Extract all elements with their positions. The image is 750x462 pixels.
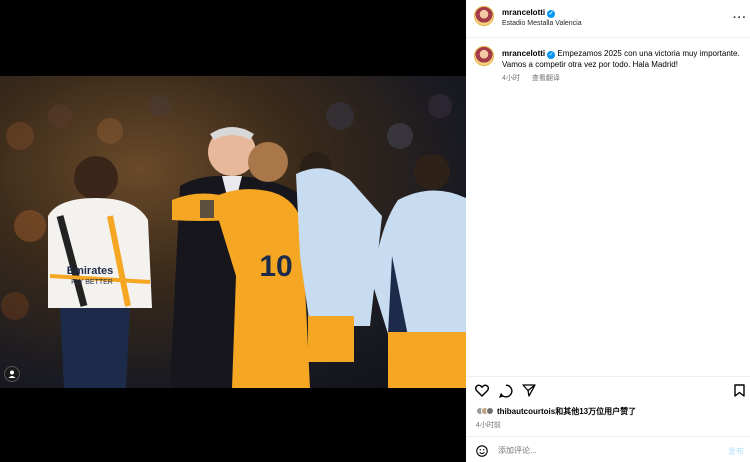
jersey-number: 10 xyxy=(259,250,292,283)
caption-meta: 4小时 查看翻译 xyxy=(502,73,570,83)
player-jacket-1 xyxy=(296,152,382,362)
translate-link[interactable]: 查看翻译 xyxy=(532,75,560,82)
likes-rest: 和其他13万位用户赞了 xyxy=(555,407,637,416)
post-photo[interactable]: Emirates FLY BETTER 10 xyxy=(0,76,466,388)
verified-icon: ✓ xyxy=(547,51,556,59)
action-bar xyxy=(466,376,750,402)
header-username[interactable]: mrancelotti ✓ xyxy=(502,8,556,18)
caption-avatar[interactable] xyxy=(474,46,494,66)
comment-bar: 发布 xyxy=(466,436,750,462)
post-comment-button[interactable]: 发布 xyxy=(728,446,744,457)
photo-illustration: Emirates FLY BETTER 10 xyxy=(1,94,466,388)
more-options-icon[interactable]: ··· xyxy=(733,12,747,24)
caption-username[interactable]: mrancelotti xyxy=(502,49,545,58)
post-media: Emirates FLY BETTER 10 xyxy=(0,0,466,462)
bookmark-icon[interactable] xyxy=(734,384,745,399)
liker-avatar xyxy=(486,407,494,415)
verified-icon: ✓ xyxy=(547,10,556,18)
tagged-users-icon[interactable] xyxy=(4,366,20,382)
likes-summary[interactable]: thibautcourtois和其他13万位用户赞了 xyxy=(476,406,636,417)
post-timestamp: 4小时前 xyxy=(476,422,501,429)
post-side-panel: mrancelotti ✓ Estadio Mestalla Valencia ·… xyxy=(466,0,750,462)
liker-username[interactable]: thibautcourtois xyxy=(497,407,555,416)
emoji-icon[interactable] xyxy=(476,445,488,459)
comment-icon[interactable] xyxy=(498,384,513,400)
caption: mrancelotti ✓ Empezamos 2025 con una vict… xyxy=(502,48,742,70)
player-jacket-2 xyxy=(372,154,466,388)
share-send-icon[interactable] xyxy=(522,384,536,399)
post-header: mrancelotti ✓ Estadio Mestalla Valencia ·… xyxy=(466,0,750,38)
caption-time: 4小时 xyxy=(502,75,520,82)
avatar[interactable] xyxy=(474,6,494,26)
jersey-sponsor: Emirates xyxy=(67,265,113,277)
comment-input[interactable] xyxy=(498,446,698,455)
like-heart-icon[interactable] xyxy=(474,384,490,399)
location-link[interactable]: Estadio Mestalla Valencia xyxy=(502,20,582,27)
jersey-tagline: FLY BETTER xyxy=(71,279,113,286)
